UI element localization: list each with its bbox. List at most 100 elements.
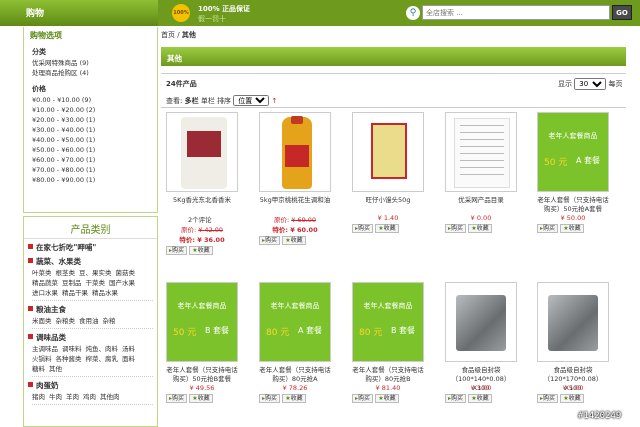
- product-name-link[interactable]: 老年人套餐（只支持电话购买）80元抢B: [352, 366, 424, 384]
- category-subitem-link[interactable]: 国产水果: [109, 279, 135, 287]
- view-multi-column[interactable]: 多栏: [185, 97, 199, 105]
- favorite-button[interactable]: ★收藏: [375, 224, 399, 233]
- view-single-column-link[interactable]: 单栏: [201, 97, 215, 105]
- sort-direction-icon[interactable]: ↑: [272, 97, 278, 105]
- buy-button[interactable]: ▸购买: [166, 394, 188, 403]
- product-name-link[interactable]: 5Kg香光东北香香米: [166, 196, 238, 214]
- category-subitem-link[interactable]: 汤料: [122, 345, 135, 353]
- product-name-link[interactable]: 老年人套餐（只支持电话购买）80元抢A: [259, 366, 331, 384]
- category-subitem-link[interactable]: 干菜类: [86, 279, 106, 287]
- favorite-button[interactable]: ★收藏: [560, 224, 584, 233]
- price-filter-item[interactable]: ¥30.00 - ¥40.00 (1): [32, 125, 157, 135]
- category-subitem-link[interactable]: 菌菇类: [116, 269, 136, 277]
- search-input[interactable]: [422, 5, 610, 20]
- product-image[interactable]: [352, 112, 424, 192]
- category-subitem-link[interactable]: 主调味品: [32, 345, 58, 353]
- category-filter-item[interactable]: 处理商品抢购区 (4): [32, 68, 157, 78]
- category-group-title[interactable]: 肉蛋奶: [28, 380, 157, 391]
- price-filter-item[interactable]: ¥80.00 - ¥90.00 (1): [32, 175, 157, 185]
- category-subitem-link[interactable]: 豆、果实类: [79, 269, 112, 277]
- product-name-link[interactable]: 老年人套餐（只支持电话购买）50元抢A套餐: [537, 196, 609, 214]
- buy-button[interactable]: ▸购买: [352, 394, 374, 403]
- category-group-title[interactable]: 蔬菜、水果类: [28, 256, 157, 267]
- category-group-title[interactable]: 粮油主食: [28, 304, 157, 315]
- buy-button[interactable]: ▸购买: [166, 246, 188, 255]
- product-name-link[interactable]: 食品级自封袋（120*170*0.08）X100: [537, 366, 609, 392]
- price-filter-item[interactable]: ¥40.00 - ¥50.00 (1): [32, 135, 157, 145]
- category-subitem-link[interactable]: 其他肉: [100, 393, 120, 401]
- buy-button[interactable]: ▸购买: [259, 236, 281, 245]
- favorite-button[interactable]: ★收藏: [468, 394, 492, 403]
- product-image[interactable]: [537, 282, 609, 362]
- sort-select[interactable]: 位置: [233, 95, 270, 106]
- category-subitem-link[interactable]: 米面类: [32, 317, 52, 325]
- favorite-button[interactable]: ★收藏: [189, 394, 213, 403]
- category-subitem-link[interactable]: 精品水果: [92, 289, 118, 297]
- product-image[interactable]: 老年人套餐商品 80 元 A 套餐: [259, 282, 331, 362]
- buy-button[interactable]: ▸购买: [259, 394, 281, 403]
- favorite-button[interactable]: ★收藏: [375, 394, 399, 403]
- buy-button[interactable]: ▸购买: [445, 394, 467, 403]
- category-subitem-link[interactable]: 叶菜类: [32, 269, 52, 277]
- price-filter-item[interactable]: ¥10.00 - ¥20.00 (2): [32, 105, 157, 115]
- favorite-button[interactable]: ★收藏: [282, 236, 306, 245]
- per-page-select[interactable]: 30: [574, 78, 607, 90]
- favorite-button[interactable]: ★收藏: [560, 394, 584, 403]
- guarantee-seal-icon: 100%: [172, 4, 190, 22]
- buy-button[interactable]: ▸购买: [537, 224, 559, 233]
- category-subitem-link[interactable]: 调味料: [62, 345, 82, 353]
- category-subitem-link[interactable]: 各种酱类: [56, 355, 82, 363]
- category-subitem-link[interactable]: 羊肉: [66, 393, 79, 401]
- category-filter-item[interactable]: 优采网特殊商品 (9): [32, 58, 157, 68]
- price-filter-item[interactable]: ¥20.00 - ¥30.00 (1): [32, 115, 157, 125]
- search-go-button[interactable]: GO: [612, 5, 632, 20]
- sale-price-label: 特价:: [179, 236, 195, 244]
- category-subitem-link[interactable]: 精品干果: [62, 289, 88, 297]
- product-image[interactable]: 老年人套餐商品 50 元 B 套餐: [166, 282, 238, 362]
- favorite-button[interactable]: ★收藏: [468, 224, 492, 233]
- category-subitem-link[interactable]: 豆制品: [62, 279, 82, 287]
- category-group-title[interactable]: 调味品类: [28, 332, 157, 343]
- product-image[interactable]: 老年人套餐商品 50 元 A 套餐: [537, 112, 609, 192]
- cart-label[interactable]: 购物: [0, 0, 158, 26]
- buy-button[interactable]: ▸购买: [537, 394, 559, 403]
- product-name-link[interactable]: 老年人套餐（只支持电话购买）50元抢B套餐: [166, 366, 238, 384]
- category-subitem-link[interactable]: 其他: [49, 365, 62, 373]
- category-subitem-link[interactable]: 牛肉: [49, 393, 62, 401]
- product-image[interactable]: [259, 112, 331, 192]
- category-subitem-link[interactable]: 杂粮: [103, 317, 116, 325]
- category-group-title[interactable]: 在家七折吃"呷哺": [28, 242, 157, 253]
- product-name-link[interactable]: 优采网产品目录: [445, 196, 517, 214]
- product-name-link[interactable]: 食品级自封袋（100*140*0.08）X100: [445, 366, 517, 392]
- favorite-button[interactable]: ★收藏: [282, 394, 306, 403]
- buy-button[interactable]: ▸购买: [352, 224, 374, 233]
- favorite-button[interactable]: ★收藏: [189, 246, 213, 255]
- buy-button[interactable]: ▸购买: [445, 224, 467, 233]
- ad-price: 80 元: [266, 328, 290, 338]
- category-subitem-link[interactable]: 糖料: [32, 365, 45, 373]
- product-card: 食品级自封袋（120*170*0.08）X100 ¥ 5.00 ▸购买 ★收藏: [537, 282, 609, 403]
- product-image[interactable]: [445, 112, 517, 192]
- price-filter-item[interactable]: ¥0.00 - ¥10.00 (9): [32, 95, 157, 105]
- product-name-link[interactable]: 5kg甲京桃桃花生调和油: [259, 196, 331, 214]
- category-subitem-link[interactable]: 面料: [122, 355, 135, 363]
- category-subitem-link[interactable]: 杂粮类: [56, 317, 76, 325]
- category-subitem-link[interactable]: 鸡肉: [83, 393, 96, 401]
- price-filter-item[interactable]: ¥70.00 - ¥80.00 (1): [32, 165, 157, 175]
- product-name-link[interactable]: 旺仔小馒头50g: [352, 196, 424, 214]
- category-subitem-link[interactable]: 精品蔬菜: [32, 279, 58, 287]
- category-subitem-link[interactable]: 根茎类: [56, 269, 76, 277]
- product-image[interactable]: 老年人套餐商品 80 元 B 套餐: [352, 282, 424, 362]
- category-subitem-link[interactable]: 食用油: [79, 317, 99, 325]
- category-subitem-link[interactable]: 炖鱼、肉料: [86, 345, 119, 353]
- category-subitem-link[interactable]: 进口水果: [32, 289, 58, 297]
- category-subitem-link[interactable]: 猪肉: [32, 393, 45, 401]
- breadcrumb-home-link[interactable]: 首页: [161, 31, 175, 39]
- price-filter-item[interactable]: ¥50.00 - ¥60.00 (1): [32, 145, 157, 155]
- category-subitem-link[interactable]: 火锅料: [32, 355, 52, 363]
- price-filter-item[interactable]: ¥60.00 - ¥70.00 (1): [32, 155, 157, 165]
- product-image[interactable]: [166, 112, 238, 192]
- category-subitem-link[interactable]: 榨菜、腐乳: [86, 355, 119, 363]
- product-image[interactable]: [445, 282, 517, 362]
- review-count-link[interactable]: 2个评论: [166, 214, 238, 224]
